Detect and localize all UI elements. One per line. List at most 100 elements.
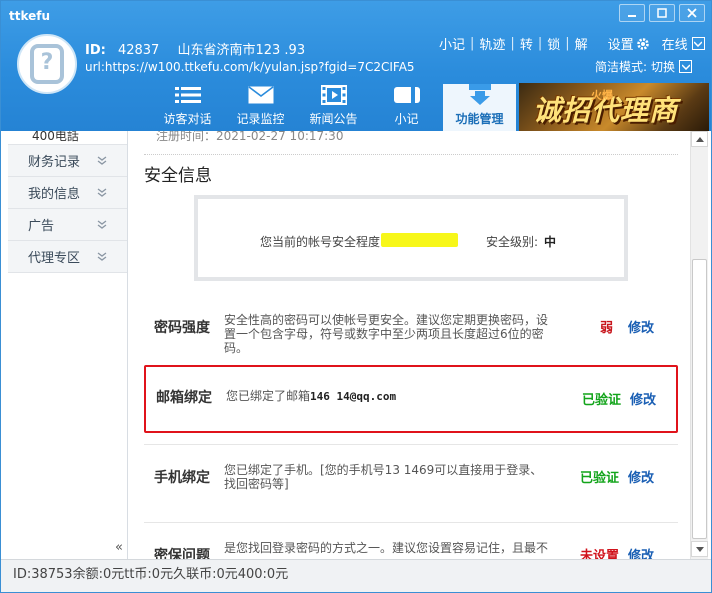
security-grade-label: 安全级别: — [486, 235, 539, 249]
profile-id-line: ID: 42837 山东省济南市123 .93 — [85, 39, 305, 58]
sidebar: 400电話 财务记录 我的信息 广告 代理专区 — [8, 131, 128, 559]
double-chevron-down-icon — [97, 219, 107, 230]
header: ttkefu ID: 42837 山东省济南市123 .93 url:https… — [1, 1, 711, 131]
row-title: 密码强度 — [154, 320, 210, 336]
settings-link[interactable]: 设置 — [608, 34, 634, 53]
film-icon — [320, 84, 347, 106]
minimize-button[interactable] — [619, 4, 645, 22]
gear-icon[interactable] — [636, 37, 650, 51]
status-badge: 弱 — [600, 321, 614, 336]
maximize-button[interactable] — [649, 4, 675, 22]
status-badge: 已验证 — [580, 471, 620, 486]
nav-news[interactable]: 新闻公告 — [297, 84, 370, 131]
nav-notes[interactable]: 小记 — [370, 84, 443, 131]
app-title: ttkefu — [9, 9, 51, 23]
nav-label: 新闻公告 — [309, 112, 358, 126]
note-icon — [393, 84, 420, 106]
online-status[interactable]: 在线 — [662, 34, 688, 53]
close-icon — [687, 8, 697, 18]
top-link-unlock[interactable]: 解 — [575, 34, 588, 53]
row-title: 密保问题 — [154, 548, 210, 559]
section-title: 安全信息 — [144, 166, 212, 186]
nav-visitor-chat[interactable]: 访客对话 — [151, 84, 224, 131]
vertical-scrollbar[interactable] — [690, 131, 708, 559]
row-desc: 您已绑定了邮箱146 14@qq.com — [226, 389, 556, 404]
security-level-bar — [381, 233, 458, 247]
top-link-track[interactable]: 轨迹 — [479, 34, 505, 53]
avatar[interactable] — [17, 34, 77, 94]
mode-label: 简洁模式: — [595, 60, 648, 74]
id-label: ID: — [85, 43, 106, 58]
sidebar-item-label: 财务记录 — [28, 155, 81, 170]
security-grade: 安全级别: 中 — [486, 233, 556, 250]
double-chevron-down-icon — [97, 187, 107, 198]
security-level-box: 您当前的帐号安全程度 安全级别: 中 — [194, 195, 628, 281]
nav-label: 功能管理 — [455, 112, 504, 126]
profile-url: url:https://w100.ttkefu.com/k/yulan.jsp?… — [85, 60, 415, 74]
mode-switch-link[interactable]: 切换 — [651, 58, 675, 75]
close-button[interactable] — [679, 4, 705, 22]
double-chevron-down-icon — [97, 251, 107, 262]
security-grade-value: 中 — [544, 235, 557, 249]
row-desc: 安全性高的密码可以使帐号更安全。建议您定期更换密码，设置一个包含字母，符号或数字… — [224, 313, 549, 355]
status-badge: 已验证 — [582, 393, 622, 408]
edit-phone-link[interactable]: 修改 — [628, 467, 654, 486]
app-window: ttkefu ID: 42837 山东省济南市123 .93 url:https… — [0, 0, 712, 593]
minimize-icon — [628, 15, 636, 17]
location-text: 山东省济南市123 .93 — [177, 43, 306, 58]
sidebar-item-my-info[interactable]: 我的信息 — [8, 177, 127, 209]
main-nav: 访客对话 记录监控 新闻公告 小记 功能管理 — [151, 84, 516, 131]
scroll-down-button[interactable] — [691, 541, 708, 557]
edit-question-link[interactable]: 修改 — [628, 545, 654, 559]
sidebar-item-label: 代理专区 — [28, 251, 81, 266]
scroll-thumb[interactable] — [692, 259, 707, 539]
sidebar-item-agent[interactable]: 代理专区 — [8, 241, 127, 273]
mail-icon — [248, 84, 274, 106]
top-link-lock[interactable]: 锁 — [547, 34, 560, 53]
list-icon — [174, 84, 201, 106]
nav-label: 访客对话 — [163, 112, 212, 126]
email-desc-prefix: 您已绑定了邮箱 — [226, 389, 311, 403]
sidebar-item-label: 广告 — [28, 219, 55, 234]
edit-email-link[interactable]: 修改 — [630, 389, 656, 408]
unknown-user-icon — [30, 44, 64, 84]
double-chevron-down-icon — [97, 155, 107, 166]
row-title: 邮箱绑定 — [156, 390, 212, 406]
maximize-icon — [657, 8, 667, 18]
sidebar-item-ads[interactable]: 广告 — [8, 209, 127, 241]
top-link-transfer[interactable]: 转 — [520, 34, 533, 53]
status-badge: 未设置 — [580, 549, 620, 559]
window-controls — [619, 4, 705, 22]
status-bar: ID:38753余额:0元tt币:0元久联币:0元400:0元 — [1, 559, 711, 592]
mode-row: 简洁模式: 切换 — [595, 58, 693, 75]
nav-function-manage[interactable]: 功能管理 — [443, 84, 516, 131]
sidebar-item-400[interactable]: 400电話 — [8, 131, 127, 145]
scroll-up-button[interactable] — [691, 131, 708, 147]
row-phone: 手机绑定 您已绑定了手机。[您的手机号13 1469可以直接用于登录、找回密码等… — [144, 444, 678, 522]
promo-banner[interactable]: 诚招代理商 火爆 — [519, 83, 709, 131]
divider — [144, 154, 678, 155]
edit-password-link[interactable]: 修改 — [628, 317, 654, 336]
triangle-down-icon — [695, 546, 704, 552]
top-links: 小记 | 轨迹 | 转 | 锁 | 解 设置 在线 — [439, 34, 705, 53]
row-title: 手机绑定 — [154, 470, 210, 486]
security-level-label: 您当前的帐号安全程度 — [260, 235, 381, 249]
row-desc: 您已绑定了手机。[您的手机号13 1469可以直接用于登录、找回密码等] — [224, 463, 543, 491]
sidebar-item-label: 我的信息 — [28, 187, 81, 202]
nav-label: 记录监控 — [236, 112, 285, 126]
nav-label: 小记 — [394, 112, 419, 126]
row-password: 密码强度 安全性高的密码可以使帐号更安全。建议您定期更换密码，设置一个包含字母，… — [144, 295, 678, 373]
register-time: 注册时间：2021-02-27 10:17:30 — [156, 131, 344, 143]
chevron-down-icon[interactable] — [679, 60, 693, 73]
top-link-notes[interactable]: 小记 — [439, 34, 465, 53]
sidebar-item-finance[interactable]: 财务记录 — [8, 145, 127, 177]
id-value: 42837 — [117, 43, 160, 58]
row-security-question: 密保问题 是您找回登录密码的方式之一。建议您设置容易记住，且最不 未设置 修改 — [144, 522, 678, 559]
promo-badge: 火爆 — [591, 89, 613, 102]
row-desc: 是您找回登录密码的方式之一。建议您设置容易记住，且最不 — [224, 541, 549, 555]
main-content: 注册时间：2021-02-27 10:17:30 安全信息 您当前的帐号安全程度… — [136, 131, 690, 559]
triangle-up-icon — [695, 136, 704, 142]
collapse-sidebar-button[interactable]: « — [111, 541, 127, 557]
chevron-down-icon[interactable] — [691, 37, 705, 50]
nav-record-monitor[interactable]: 记录监控 — [224, 84, 297, 131]
